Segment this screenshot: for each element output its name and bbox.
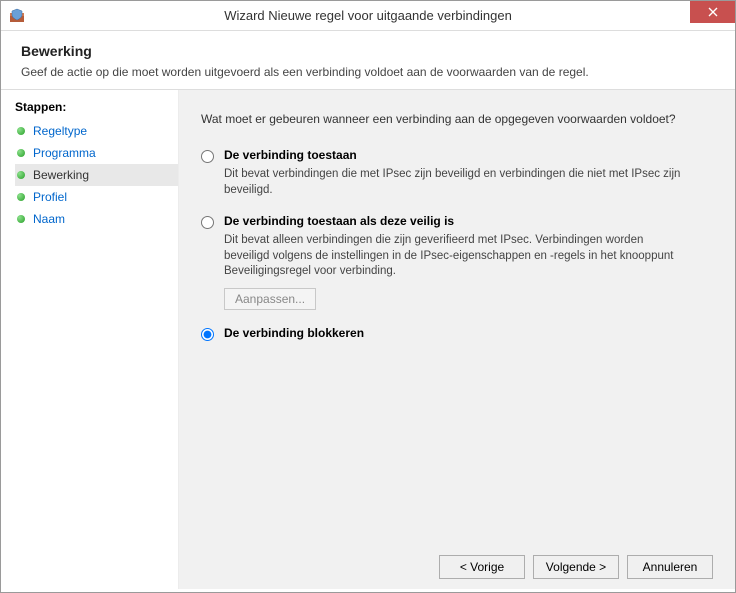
sidebar: Stappen: Regeltype Programma Bewerking P…	[1, 90, 179, 589]
bullet-icon	[17, 193, 25, 201]
step-label: Programma	[33, 146, 96, 160]
option-allow-secure-desc: Dit bevat alleen verbindingen die zijn g…	[224, 233, 684, 280]
radio-block[interactable]	[201, 328, 214, 341]
body: Stappen: Regeltype Programma Bewerking P…	[1, 90, 735, 589]
bullet-icon	[17, 127, 25, 135]
step-regeltype[interactable]: Regeltype	[15, 120, 178, 142]
option-allow: De verbinding toestaan Dit bevat verbind…	[201, 148, 713, 198]
main-panel: Wat moet er gebeuren wanneer een verbind…	[179, 90, 735, 589]
step-label: Regeltype	[33, 124, 87, 138]
sidebar-title: Stappen:	[15, 100, 178, 114]
cancel-button[interactable]: Annuleren	[627, 555, 713, 579]
bullet-icon	[17, 215, 25, 223]
bullet-icon	[17, 149, 25, 157]
option-allow-secure: De verbinding toestaan als deze veilig i…	[201, 214, 713, 310]
option-block-title: De verbinding blokkeren	[224, 326, 364, 340]
bullet-icon	[17, 171, 25, 179]
option-allow-title: De verbinding toestaan	[224, 148, 357, 162]
main-question: Wat moet er gebeuren wanneer een verbind…	[201, 112, 713, 126]
next-button[interactable]: Volgende >	[533, 555, 619, 579]
option-allow-desc: Dit bevat verbindingen die met IPsec zij…	[224, 167, 684, 198]
page-header: Bewerking Geef de actie op die moet word…	[1, 31, 735, 90]
firewall-icon	[9, 8, 25, 24]
step-programma[interactable]: Programma	[15, 142, 178, 164]
step-profiel[interactable]: Profiel	[15, 186, 178, 208]
page-description: Geef de actie op die moet worden uitgevo…	[21, 65, 719, 79]
step-label: Profiel	[33, 190, 67, 204]
footer: < Vorige Volgende > Annuleren	[201, 543, 713, 579]
step-label: Naam	[33, 212, 65, 226]
option-block-row[interactable]: De verbinding blokkeren	[201, 326, 713, 341]
option-block: De verbinding blokkeren	[201, 326, 713, 345]
back-button[interactable]: < Vorige	[439, 555, 525, 579]
step-bewerking[interactable]: Bewerking	[15, 164, 178, 186]
option-allow-secure-row[interactable]: De verbinding toestaan als deze veilig i…	[201, 214, 713, 229]
customize-button: Aanpassen...	[224, 288, 316, 310]
step-label: Bewerking	[33, 168, 89, 182]
close-button[interactable]	[690, 1, 735, 23]
close-icon	[708, 7, 718, 17]
radio-allow[interactable]	[201, 150, 214, 163]
option-allow-row[interactable]: De verbinding toestaan	[201, 148, 713, 163]
page-title: Bewerking	[21, 43, 719, 59]
step-naam[interactable]: Naam	[15, 208, 178, 230]
radio-allow-secure[interactable]	[201, 216, 214, 229]
window-title: Wizard Nieuwe regel voor uitgaande verbi…	[1, 8, 735, 23]
titlebar: Wizard Nieuwe regel voor uitgaande verbi…	[1, 1, 735, 31]
option-allow-secure-title: De verbinding toestaan als deze veilig i…	[224, 214, 454, 228]
